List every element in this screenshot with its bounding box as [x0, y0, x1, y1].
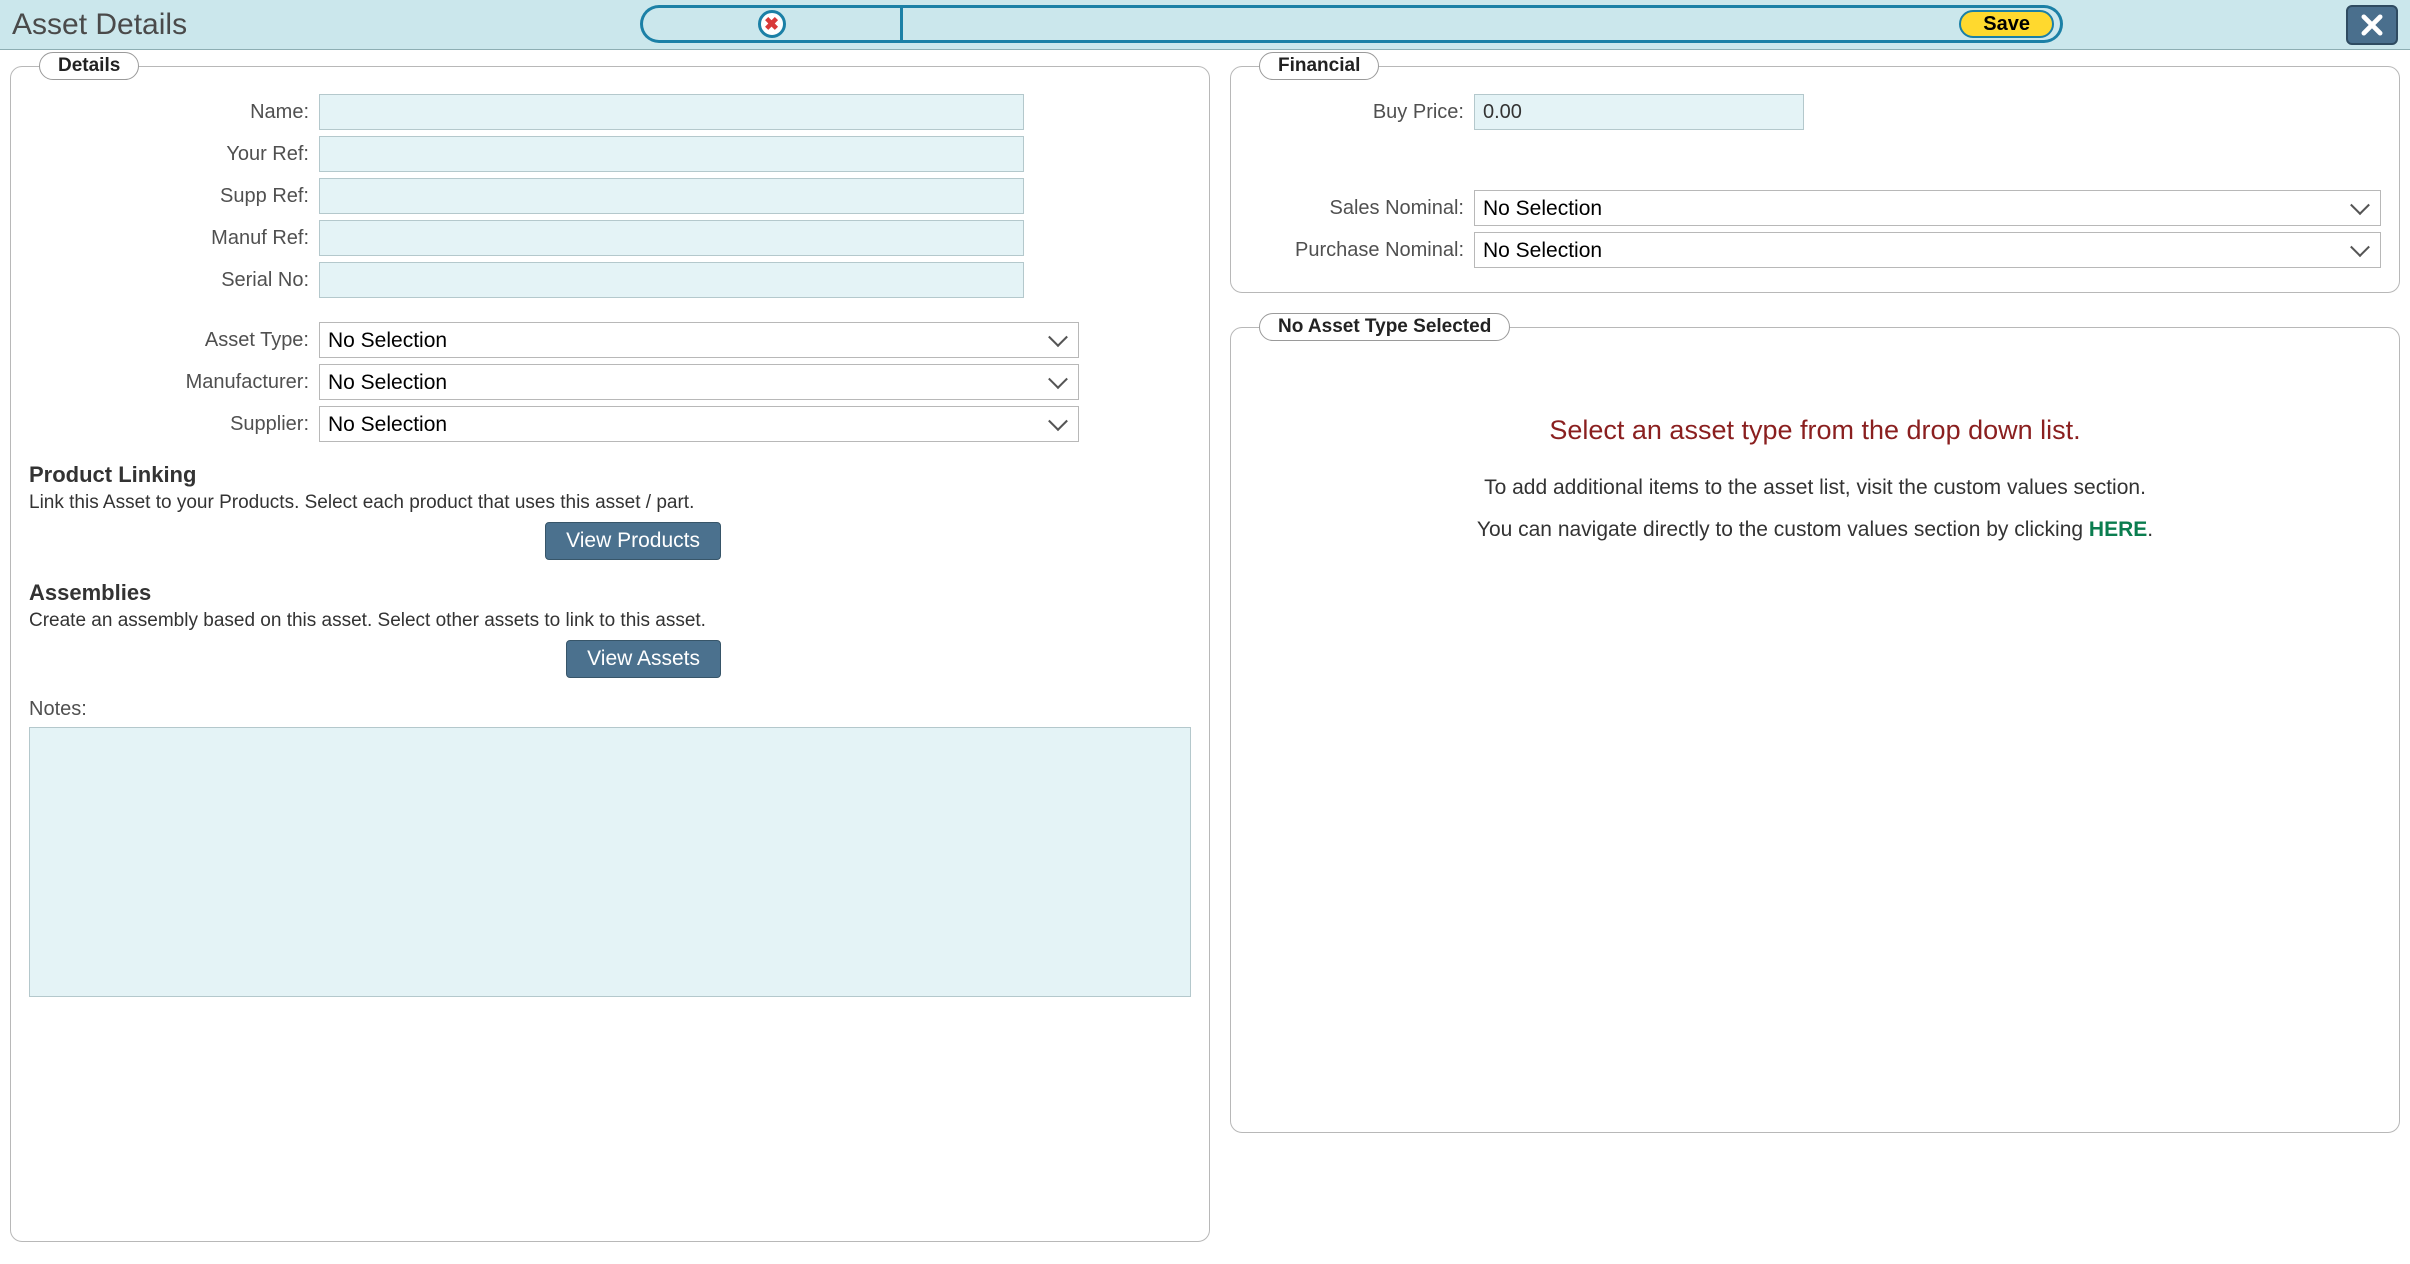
assemblies-title: Assemblies — [29, 580, 1191, 606]
product-linking-title: Product Linking — [29, 462, 1191, 488]
sales-nominal-select[interactable]: No Selection — [1474, 190, 2381, 226]
close-icon — [2358, 11, 2386, 39]
manufacturer-label: Manufacturer: — [29, 371, 319, 394]
asset-type-message-title: Select an asset type from the drop down … — [1249, 415, 2381, 446]
asset-type-label: Asset Type: — [29, 329, 319, 352]
asset-type-message-line-1: To add additional items to the asset lis… — [1249, 476, 2381, 500]
name-input[interactable] — [319, 94, 1024, 130]
header-pill-left: ✖ — [640, 5, 900, 43]
purchase-nominal-label: Purchase Nominal: — [1249, 239, 1474, 262]
buy-price-input[interactable] — [1474, 94, 1804, 130]
sales-nominal-label: Sales Nominal: — [1249, 197, 1474, 220]
purchase-nominal-select[interactable]: No Selection — [1474, 232, 2381, 268]
your-ref-label: Your Ref: — [29, 143, 319, 166]
left-column: Details Name: Your Ref: Supp Ref: Manuf … — [10, 52, 1210, 1254]
dialog-title: Asset Details — [12, 8, 187, 42]
name-label: Name: — [29, 101, 319, 124]
here-link[interactable]: HERE — [2089, 518, 2147, 541]
asset-type-message-line-2: You can navigate directly to the custom … — [1249, 518, 2381, 542]
asset-type-message-line-2-prefix: You can navigate directly to the custom … — [1477, 518, 2089, 541]
supplier-select[interactable]: No Selection — [319, 406, 1079, 442]
details-panel: Details Name: Your Ref: Supp Ref: Manuf … — [10, 52, 1210, 1242]
your-ref-input[interactable] — [319, 136, 1024, 172]
notes-textarea[interactable] — [29, 727, 1191, 997]
manufacturer-select[interactable]: No Selection — [319, 364, 1079, 400]
cancel-button[interactable]: ✖ — [758, 10, 786, 38]
serial-no-input[interactable] — [319, 262, 1024, 298]
buy-price-label: Buy Price: — [1249, 101, 1474, 124]
header-pill-right: Save — [903, 5, 2063, 43]
details-legend: Details — [39, 52, 139, 80]
supp-ref-input[interactable] — [319, 178, 1024, 214]
asset-type-legend: No Asset Type Selected — [1259, 313, 1510, 341]
view-products-button[interactable]: View Products — [545, 522, 721, 560]
asset-type-message-line-2-suffix: . — [2147, 518, 2153, 541]
manuf-ref-input[interactable] — [319, 220, 1024, 256]
dialog-close-button[interactable] — [2346, 5, 2398, 45]
asset-details-dialog: Asset Details ✖ Save Details — [0, 0, 2410, 1264]
asset-type-panel: No Asset Type Selected Select an asset t… — [1230, 313, 2400, 1133]
view-assets-button[interactable]: View Assets — [566, 640, 721, 678]
assemblies-text: Create an assembly based on this asset. … — [29, 610, 1191, 632]
product-linking-text: Link this Asset to your Products. Select… — [29, 492, 1191, 514]
asset-type-select[interactable]: No Selection — [319, 322, 1079, 358]
save-button[interactable]: Save — [1959, 10, 2054, 38]
close-icon: ✖ — [764, 15, 779, 33]
financial-legend: Financial — [1259, 52, 1379, 80]
dialog-body: Details Name: Your Ref: Supp Ref: Manuf … — [0, 50, 2410, 1264]
serial-no-label: Serial No: — [29, 269, 319, 292]
supp-ref-label: Supp Ref: — [29, 185, 319, 208]
dialog-header: Asset Details ✖ Save — [0, 0, 2410, 50]
supplier-label: Supplier: — [29, 413, 319, 436]
manuf-ref-label: Manuf Ref: — [29, 227, 319, 250]
notes-label: Notes: — [29, 698, 1191, 721]
right-column: Financial Buy Price: Sales Nominal: No S… — [1230, 52, 2400, 1254]
header-toolbar: ✖ Save — [640, 5, 2063, 43]
financial-panel: Financial Buy Price: Sales Nominal: No S… — [1230, 52, 2400, 293]
